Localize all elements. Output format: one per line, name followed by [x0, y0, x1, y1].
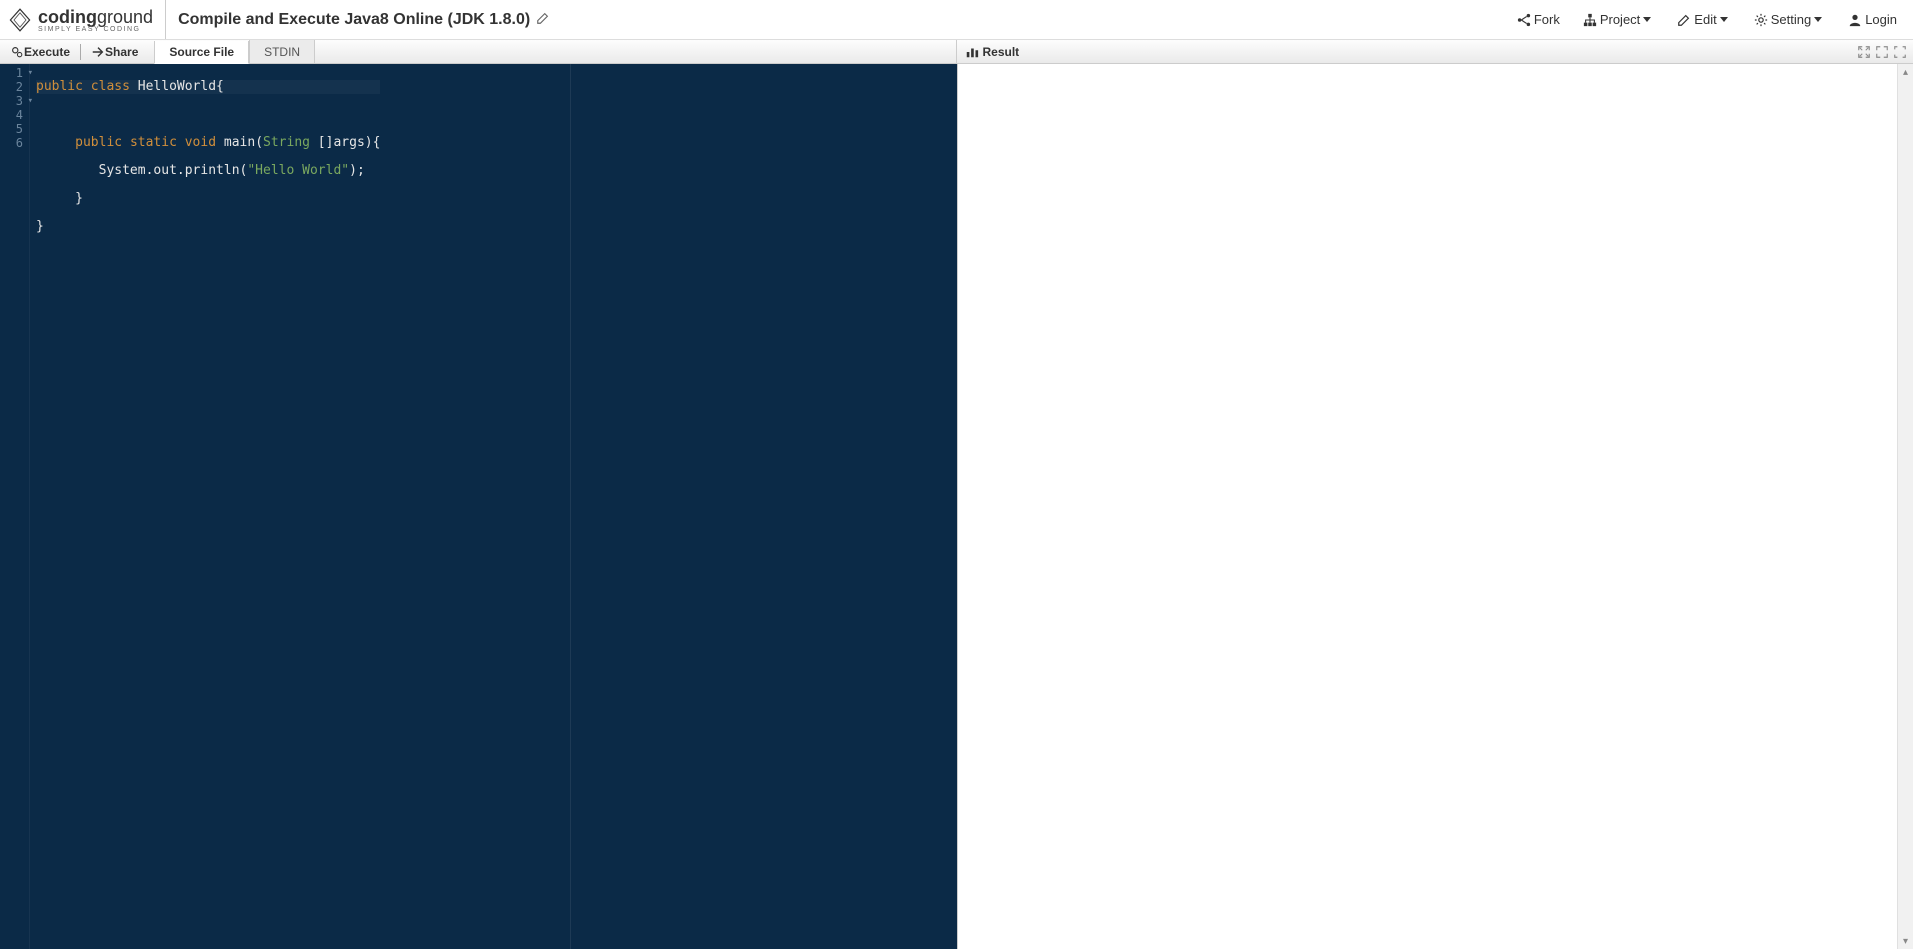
login-button[interactable]: Login	[1837, 8, 1905, 31]
header: codingground SIMPLY EASY CODING Compile …	[0, 0, 1913, 40]
share-button[interactable]: Share	[81, 40, 148, 63]
fork-button[interactable]: Fork	[1506, 8, 1568, 31]
edit-label: Edit	[1694, 12, 1716, 27]
scrollbar[interactable]: ▴ ▾	[1897, 64, 1913, 949]
tab-stdin[interactable]: STDIN	[249, 40, 315, 63]
collapse-icon[interactable]	[1857, 45, 1871, 59]
toolbar: Execute Share Source File STDIN Result	[0, 40, 1913, 64]
editor-toolbar: Execute Share Source File STDIN	[0, 40, 957, 63]
line-gutter: 1▾ 2 3▾ 4 5 6	[0, 64, 30, 949]
chevron-down-icon	[1814, 17, 1822, 22]
logo-icon	[8, 8, 32, 32]
edit-menu[interactable]: Edit	[1666, 8, 1738, 31]
tab-source-file[interactable]: Source File	[154, 41, 249, 64]
share-label: Share	[105, 45, 138, 59]
chevron-down-icon	[1720, 17, 1728, 22]
expand-icon[interactable]	[1875, 45, 1889, 59]
line-number: 1▾	[4, 66, 23, 80]
main: 1▾ 2 3▾ 4 5 6 public class HelloWorld{ p…	[0, 64, 1913, 949]
line-number: 4	[4, 108, 23, 122]
execute-button[interactable]: Execute	[0, 40, 80, 63]
result-toolbar: Result	[957, 40, 1913, 63]
result-text: Result	[983, 45, 1020, 59]
fork-icon	[1517, 13, 1531, 27]
fork-label: Fork	[1534, 12, 1560, 27]
login-label: Login	[1865, 12, 1897, 27]
execute-label: Execute	[24, 45, 70, 59]
logo[interactable]: codingground SIMPLY EASY CODING	[8, 0, 166, 39]
user-icon	[1848, 13, 1862, 27]
line-number: 3▾	[4, 94, 23, 108]
fullscreen-icon[interactable]	[1893, 45, 1907, 59]
code-content[interactable]: public class HelloWorld{ public static v…	[30, 64, 386, 949]
scroll-down-icon[interactable]: ▾	[1898, 933, 1913, 949]
result-window-controls	[1857, 45, 1907, 59]
bar-chart-icon	[965, 45, 979, 59]
result-pane: ▴ ▾	[957, 64, 1913, 949]
line-number: 5	[4, 122, 23, 136]
logo-tagline: SIMPLY EASY CODING	[38, 26, 153, 33]
editor-tabs: Source File STDIN	[154, 40, 315, 63]
edit-icon	[1677, 13, 1691, 27]
setting-menu[interactable]: Setting	[1743, 8, 1833, 31]
line-number: 6	[4, 136, 23, 150]
logo-text: codingground	[38, 7, 153, 27]
sitemap-icon	[1583, 13, 1597, 27]
share-icon	[91, 45, 105, 59]
setting-label: Setting	[1771, 12, 1811, 27]
gear-icon	[1754, 13, 1768, 27]
cogs-icon	[10, 45, 24, 59]
header-menu: Fork Project Edit Setting Login	[1506, 8, 1905, 31]
chevron-down-icon	[1643, 17, 1651, 22]
scroll-up-icon[interactable]: ▴	[1898, 64, 1913, 80]
fold-icon[interactable]: ▾	[28, 94, 33, 108]
logo-text-wrap: codingground SIMPLY EASY CODING	[38, 7, 153, 33]
fold-icon[interactable]: ▾	[28, 66, 33, 80]
result-label: Result	[965, 45, 1020, 59]
page-title: Compile and Execute Java8 Online (JDK 1.…	[178, 11, 530, 29]
project-label: Project	[1600, 12, 1640, 27]
code-editor[interactable]: 1▾ 2 3▾ 4 5 6 public class HelloWorld{ p…	[0, 64, 957, 949]
edit-title-icon[interactable]	[536, 11, 550, 28]
line-number: 2	[4, 80, 23, 94]
project-menu[interactable]: Project	[1572, 8, 1662, 31]
